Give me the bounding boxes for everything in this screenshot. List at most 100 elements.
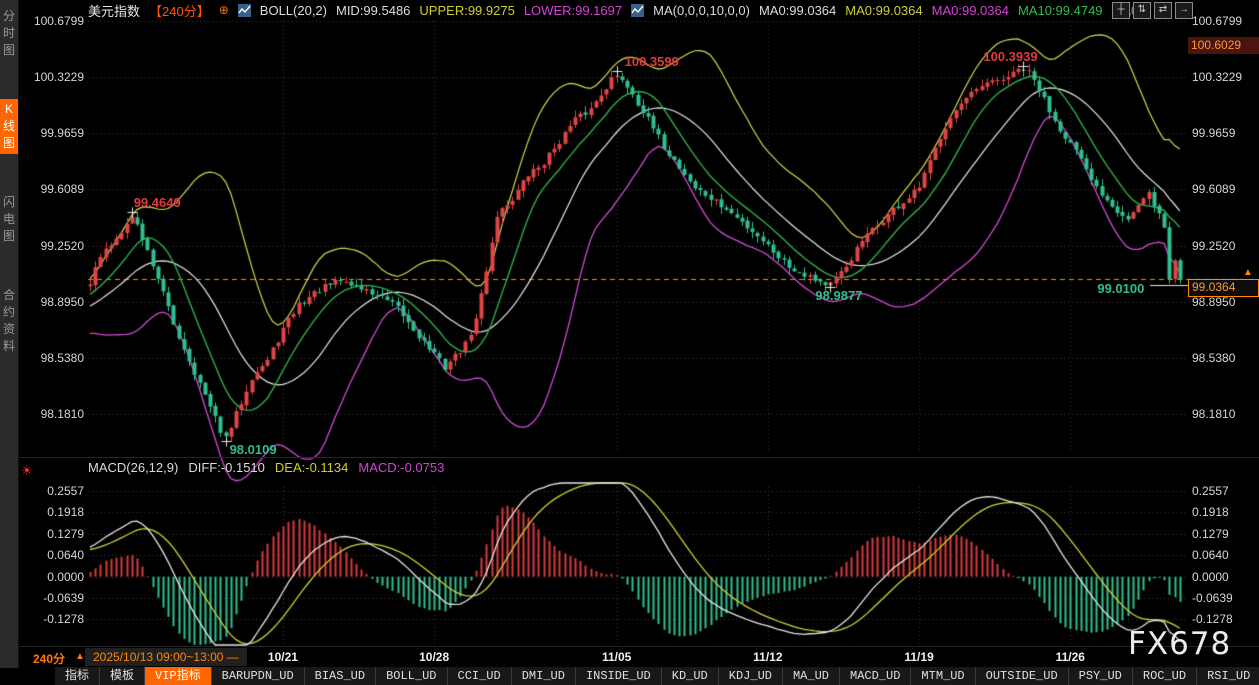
axis-tick-label: 98.8950 (16, 295, 84, 309)
ma-value-1: MA0:99.0364 (845, 3, 922, 18)
toolbar-item-MACD_UD[interactable]: MACD_UD (840, 667, 911, 685)
axis-tick-label: 99.2520 (16, 239, 84, 253)
app-window: 分时图 K线图闪电图合约资料 美元指数 【240分】 ⊕ BOLL(20,2) M… (0, 0, 1259, 685)
price-annotation: 98.9877 (815, 288, 862, 303)
date-label: 10/21 (261, 650, 305, 664)
axis-tick-label: 0.0640 (1192, 548, 1258, 562)
axis-tick-label: 0.2557 (16, 484, 84, 498)
macd-label: MACD(26,12,9) (88, 460, 178, 476)
axis-tick-label: 0.0000 (16, 570, 84, 584)
indicator-toolbar: 指标模板VIP指标BARUPDN_UDBIAS_UDBOLL_UDCCI_UDD… (55, 667, 1259, 685)
toolbar-item-PSY_UD[interactable]: PSY_UD (1069, 667, 1133, 685)
axis-tick-label: 99.9659 (1192, 126, 1258, 140)
price-annotation: 99.0100 (1097, 281, 1144, 296)
axis-tick-label: 0.1918 (16, 505, 84, 519)
axis-tick-label: 100.3229 (16, 70, 84, 84)
fit-horizontal-axis-icon[interactable]: ⇄ (1154, 2, 1172, 19)
axis-tick-label: 0.2557 (1192, 484, 1258, 498)
fit-vertical-axis-icon[interactable]: ⇅ (1133, 2, 1151, 19)
date-label: 10/28 (412, 650, 456, 664)
sidebar-item-0[interactable]: 分时图 (0, 6, 18, 61)
price-annotation: 100.3599 (625, 54, 679, 69)
chart-header: 美元指数 【240分】 ⊕ BOLL(20,2) MID:99.5486 UPP… (88, 1, 1149, 19)
panel-divider (18, 457, 1259, 458)
ma-values: MA0:99.0364 MA0:99.0364 MA0:99.0364 MA10:99… (759, 3, 1149, 18)
axis-tick-label: 0.1918 (1192, 505, 1258, 519)
axis-tick-label: 99.2520 (1192, 239, 1258, 253)
axis-tick-label: -0.1278 (16, 612, 84, 626)
axis-tick-label: 0.0000 (1192, 570, 1258, 584)
price-up-arrow-icon: ▲ (1243, 267, 1253, 278)
toolbar-item-MA_UD[interactable]: MA_UD (783, 667, 840, 685)
macd-header: MACD(26,12,9) DIFF:-0.1510 DEA:-0.1134 M… (88, 460, 444, 476)
toolbar-item-BOLL_UD[interactable]: BOLL_UD (376, 667, 447, 685)
shift-right-icon[interactable]: → (1175, 2, 1193, 19)
axis-tick-label: -0.1278 (1192, 612, 1258, 626)
indicator-chart-icon (238, 4, 251, 17)
macd-hist-value: MACD:-0.0753 (358, 460, 444, 476)
alert-blink-icon[interactable]: ☀ (21, 463, 33, 479)
boll-upper-value: UPPER:99.9275 (419, 3, 514, 18)
toolbar-item-ROC_UD[interactable]: ROC_UD (1133, 667, 1197, 685)
period-up-triangle-icon[interactable]: ▲ (75, 651, 85, 662)
toolbar-item-KDJ_UD[interactable]: KDJ_UD (719, 667, 783, 685)
watermark-logo: FX678 (1128, 626, 1231, 662)
first-bar-session[interactable]: 2025/10/13 09:00~13:00 — (85, 648, 247, 666)
toolbar-item-OUTSIDE_UD[interactable]: OUTSIDE_UD (976, 667, 1069, 685)
date-label: 11/12 (746, 650, 790, 664)
price-annotation: 98.0109 (230, 442, 277, 457)
time-axis: 240分 ▲ 2025/10/13 09:00~13:00 — 10/21 10/… (18, 648, 1259, 667)
period-selector[interactable]: 240分 (33, 650, 65, 667)
toolbar-item-KD_UD[interactable]: KD_UD (662, 667, 719, 685)
toolbar-item-指标[interactable]: 指标 (55, 667, 100, 685)
toolbar-item-BARUPDN_UD[interactable]: BARUPDN_UD (212, 667, 305, 685)
axis-tick-label: 0.1279 (1192, 527, 1258, 541)
axis-tick-label: 0.0640 (16, 548, 84, 562)
sidebar-item-2[interactable]: 闪电图 (0, 192, 18, 247)
ma-value-2: MA0:99.0364 (932, 3, 1009, 18)
axis-tick-label: 98.1810 (16, 407, 84, 421)
chart-corner-buttons: ┼⇅⇄→ (1112, 2, 1193, 19)
ma-value-3: MA10:99.4749 (1018, 3, 1103, 18)
toolbar-item-CCI_UD[interactable]: CCI_UD (448, 667, 512, 685)
toolbar-item-VIP指标[interactable]: VIP指标 (145, 667, 212, 685)
time-axis-divider (18, 646, 1259, 647)
circle-plus-icon[interactable]: ⊕ (219, 3, 229, 17)
axis-tick-label: 99.9659 (16, 126, 84, 140)
period-label[interactable]: 【240分】 (149, 1, 210, 20)
toolbar-item-RSI_UD[interactable]: RSI_UD (1197, 667, 1259, 685)
axis-tick-label: 0.1279 (16, 527, 84, 541)
toolbar-item-INSIDE_UD[interactable]: INSIDE_UD (576, 667, 662, 685)
price-annotation: 99.4649 (134, 195, 181, 210)
axis-tick-label: 100.3229 (1192, 70, 1258, 84)
ma-label: MA(0,0,0,10,0,0) (653, 3, 750, 18)
date-label: 11/19 (897, 650, 941, 664)
chart-canvas[interactable] (0, 0, 1259, 685)
ma-value-0: MA0:99.0364 (759, 3, 836, 18)
date-label: 11/26 (1048, 650, 1092, 664)
left-sidebar: 分时图 K线图闪电图合约资料 (0, 0, 19, 668)
axis-tick-label: 98.1810 (1192, 407, 1258, 421)
axis-tick-label: -0.0639 (1192, 591, 1258, 605)
boll-lower-value: LOWER:99.1697 (524, 3, 622, 18)
axis-tick-label: -0.0639 (16, 591, 84, 605)
indicator-chart-icon (631, 4, 644, 17)
toolbar-item-模板[interactable]: 模板 (100, 667, 145, 685)
macd-diff-value: DIFF:-0.1510 (188, 460, 265, 476)
boll-mid-value: MID:99.5486 (336, 3, 410, 18)
axis-tick-label: 99.6089 (16, 182, 84, 196)
last-price-marker: 99.0364 (1188, 279, 1259, 297)
axis-tick-label: 98.8950 (1192, 295, 1258, 309)
macd-dea-value: DEA:-0.1134 (275, 460, 348, 476)
sidebar-item-3[interactable]: 合约资料 (0, 285, 18, 357)
symbol-name: 美元指数 (88, 1, 140, 20)
toolbar-item-DMI_UD[interactable]: DMI_UD (512, 667, 576, 685)
boll-label: BOLL(20,2) (260, 3, 327, 18)
sidebar-item-1[interactable]: K线图 (0, 99, 18, 154)
toolbar-item-BIAS_UD[interactable]: BIAS_UD (305, 667, 376, 685)
axis-tick-label: 100.6799 (1192, 14, 1258, 28)
date-label: 11/05 (595, 650, 639, 664)
toolbar-item-MTM_UD[interactable]: MTM_UD (911, 667, 975, 685)
axis-tick-label: 100.6799 (16, 14, 84, 28)
crosshair-icon[interactable]: ┼ (1112, 2, 1130, 19)
